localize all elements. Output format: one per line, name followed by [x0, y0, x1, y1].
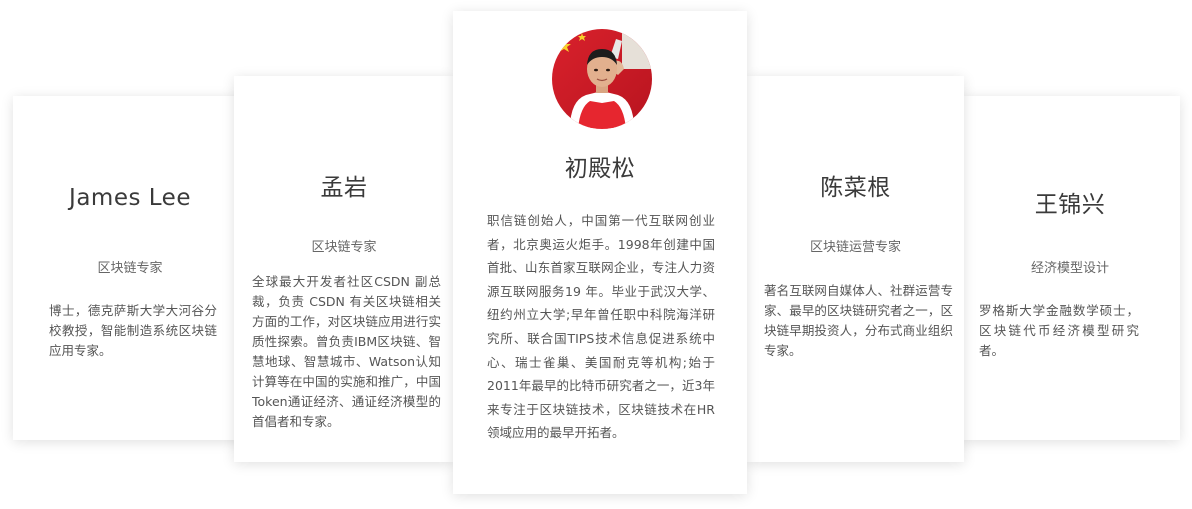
- expert-name: 王锦兴: [1034, 192, 1106, 218]
- expert-name: 陈菜根: [820, 175, 891, 201]
- expert-card-chen-caigen[interactable]: 陈菜根 区块链运营专家 著名互联网自媒体人、社群运营专家、最早的区块链研究者之一…: [747, 76, 964, 462]
- expert-card-james-lee[interactable]: James Lee 区块链专家 博士，德克萨斯大学大河谷分校教授，智能制造系统区…: [13, 96, 247, 440]
- expert-role: 区块链运营专家: [809, 240, 901, 255]
- expert-bio: 博士，德克萨斯大学大河谷分校教授，智能制造系统区块链应用专家。: [49, 303, 217, 358]
- expert-role: 区块链专家: [311, 240, 377, 255]
- expert-name: 孟岩: [320, 175, 368, 201]
- expert-name: 初殿松: [564, 156, 636, 182]
- expert-card-chu-diansong[interactable]: 初殿松 职信链创始人，中国第一代互联网创业者，北京奥运火炬手。1998年创建中国…: [453, 11, 747, 494]
- person-portrait-icon: [552, 29, 652, 129]
- avatar: [552, 29, 652, 129]
- expert-card-wang-jinxing[interactable]: 王锦兴 经济模型设计 罗格斯大学金融数学硕士，区块链代币经济模型研究者。: [960, 96, 1180, 440]
- expert-bio: 著名互联网自媒体人、社群运营专家、最早的区块链研究者之一，区块链早期投资人，分布…: [764, 283, 953, 358]
- expert-carousel: James Lee 区块链专家 博士，德克萨斯大学大河谷分校教授，智能制造系统区…: [0, 0, 1192, 509]
- expert-role: 区块链专家: [97, 261, 163, 276]
- expert-name: James Lee: [69, 185, 191, 211]
- expert-bio: 全球最大开发者社区CSDN 副总裁，负责 CSDN 有关区块链相关方面的工作，对…: [252, 274, 441, 429]
- expert-role: 经济模型设计: [1030, 261, 1109, 276]
- expert-card-meng-yan[interactable]: 孟岩 区块链专家 全球最大开发者社区CSDN 副总裁，负责 CSDN 有关区块链…: [234, 76, 454, 462]
- expert-bio: 罗格斯大学金融数学硕士，区块链代币经济模型研究者。: [979, 303, 1139, 358]
- expert-bio: 职信链创始人，中国第一代互联网创业者，北京奥运火炬手。1998年创建中国首批、山…: [487, 213, 715, 441]
